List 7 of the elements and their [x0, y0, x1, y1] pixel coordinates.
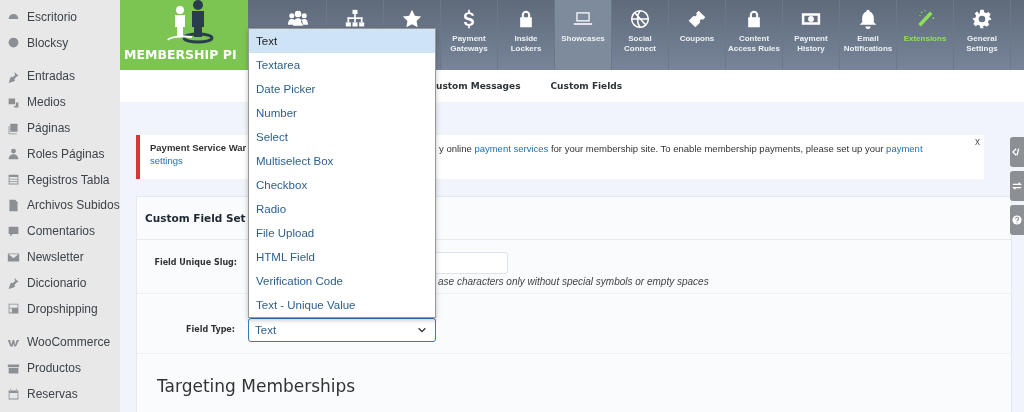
field-label: Field Unique Slug: [153, 257, 237, 269]
field-hint: ase characters only without special symbols or empty spaces [438, 276, 709, 287]
section-heading: Targeting Memberships [157, 376, 357, 396]
panel-title: Custom Field Set [145, 212, 246, 224]
notice-title: Payment Service War [150, 142, 246, 153]
field-label: Field Type: [185, 325, 235, 334]
notice-text: y online payment services for your membership site. To enable membership payments, please set up your payment [439, 142, 924, 155]
